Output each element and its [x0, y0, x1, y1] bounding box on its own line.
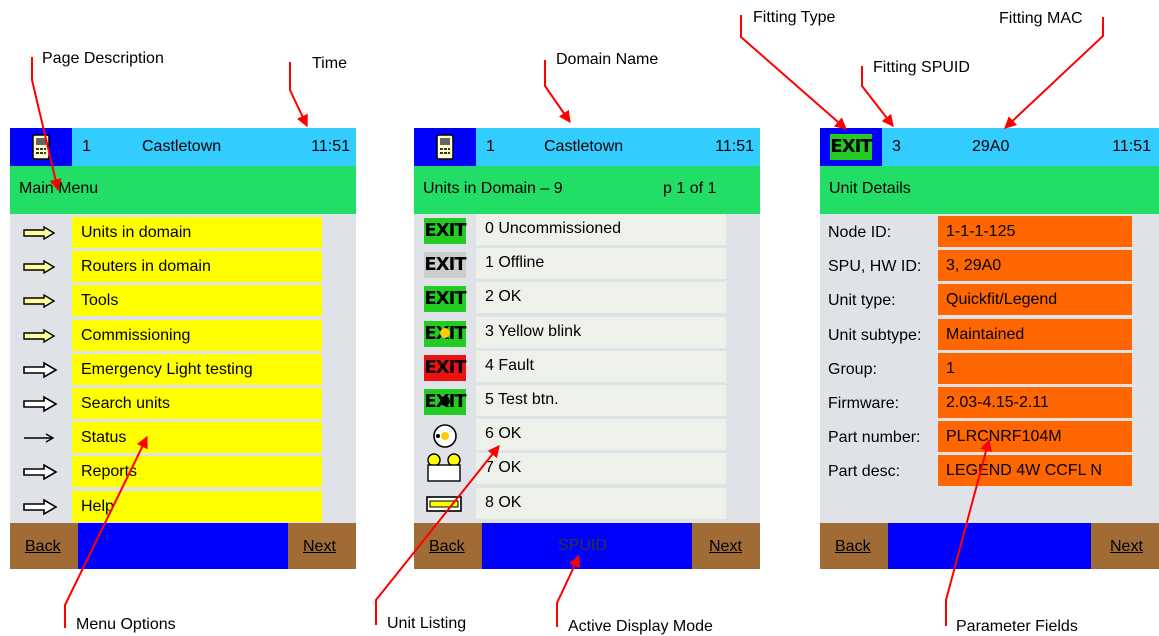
- arrow-page-description: [31, 57, 62, 192]
- arrow-fitting-mac: [1004, 17, 1104, 129]
- arrow-parameter-fields: [945, 438, 992, 626]
- arrow-domain-name: [544, 60, 571, 123]
- arrow-fitting-spuid: [861, 66, 894, 127]
- arrow-fitting-type: [740, 15, 847, 130]
- arrow-unit-listing: [375, 445, 500, 625]
- arrow-time: [289, 62, 308, 128]
- callout-arrows: [31, 15, 1104, 628]
- arrow-active-display-mode: [556, 554, 580, 627]
- arrow-menu-options: [64, 435, 148, 628]
